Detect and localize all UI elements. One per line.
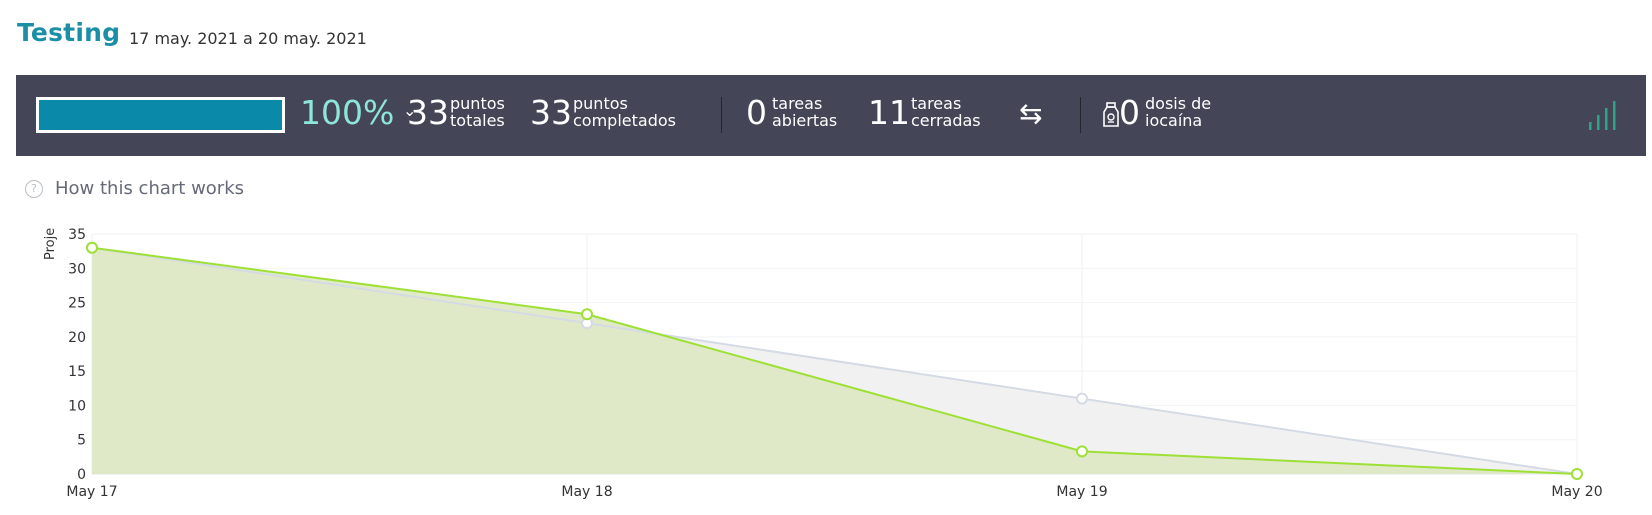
- closed-tasks-value: 11: [868, 93, 910, 132]
- progress-bar-fill: [39, 100, 282, 130]
- open-tasks-label: tareas abiertas: [772, 94, 838, 130]
- y-tick-label: 15: [68, 364, 86, 380]
- total-points-label: puntos totales: [450, 94, 505, 130]
- help-circle-icon: ?: [25, 180, 43, 198]
- real-series-point: [1571, 468, 1583, 480]
- iocaine-value: 0: [1119, 93, 1140, 132]
- swap-arrows-icon[interactable]: ⇆: [1019, 97, 1042, 130]
- closed-tasks-label: tareas cerradas: [911, 94, 981, 130]
- burndown-chart: 0 5 10 15 20 25 30 35 May 17 May 18 May 19 May 20 Pr…: [43, 227, 1603, 500]
- date-range: 17 may. 2021 a 20 may. 2021: [129, 29, 367, 48]
- y-axis-label: Proje: [43, 228, 58, 260]
- x-tick-label: May 18: [561, 484, 612, 500]
- open-tasks-value: 0: [746, 93, 767, 132]
- y-tick-label: 25: [68, 296, 86, 312]
- real-series-point: [1076, 445, 1088, 458]
- help-link-text[interactable]: How this chart works: [55, 178, 244, 199]
- potion-jar-icon: [1103, 102, 1119, 127]
- completed-points-label: puntos completados: [573, 94, 676, 130]
- y-tick-label: 35: [68, 227, 86, 243]
- real-series-point: [86, 241, 98, 254]
- progress-percent: 100%: [300, 93, 395, 132]
- x-tick-label: May 19: [1056, 484, 1107, 500]
- y-tick-label: 20: [68, 330, 86, 346]
- y-tick-label: 10: [68, 398, 86, 414]
- stats-bar: 100% ⌄ 33 puntos totales 33 puntos complet…: [16, 75, 1646, 156]
- divider: [1080, 97, 1081, 133]
- y-tick-label: 0: [77, 467, 86, 483]
- iocaine-label: dosis de iocaína: [1145, 94, 1212, 130]
- page-title: Testing: [17, 18, 121, 47]
- signal-bars-icon[interactable]: [1589, 97, 1625, 131]
- y-tick-label: 30: [68, 261, 86, 277]
- x-tick-label: May 17: [66, 484, 117, 500]
- y-tick-label: 5: [77, 433, 86, 449]
- completed-points-value: 33: [530, 93, 572, 132]
- real-series-point: [581, 308, 593, 321]
- ideal-series-point: [1076, 392, 1088, 405]
- x-tick-label: May 20: [1551, 484, 1602, 500]
- progress-bar: [36, 97, 285, 133]
- divider: [721, 97, 722, 133]
- total-points-value: 33: [407, 93, 449, 132]
